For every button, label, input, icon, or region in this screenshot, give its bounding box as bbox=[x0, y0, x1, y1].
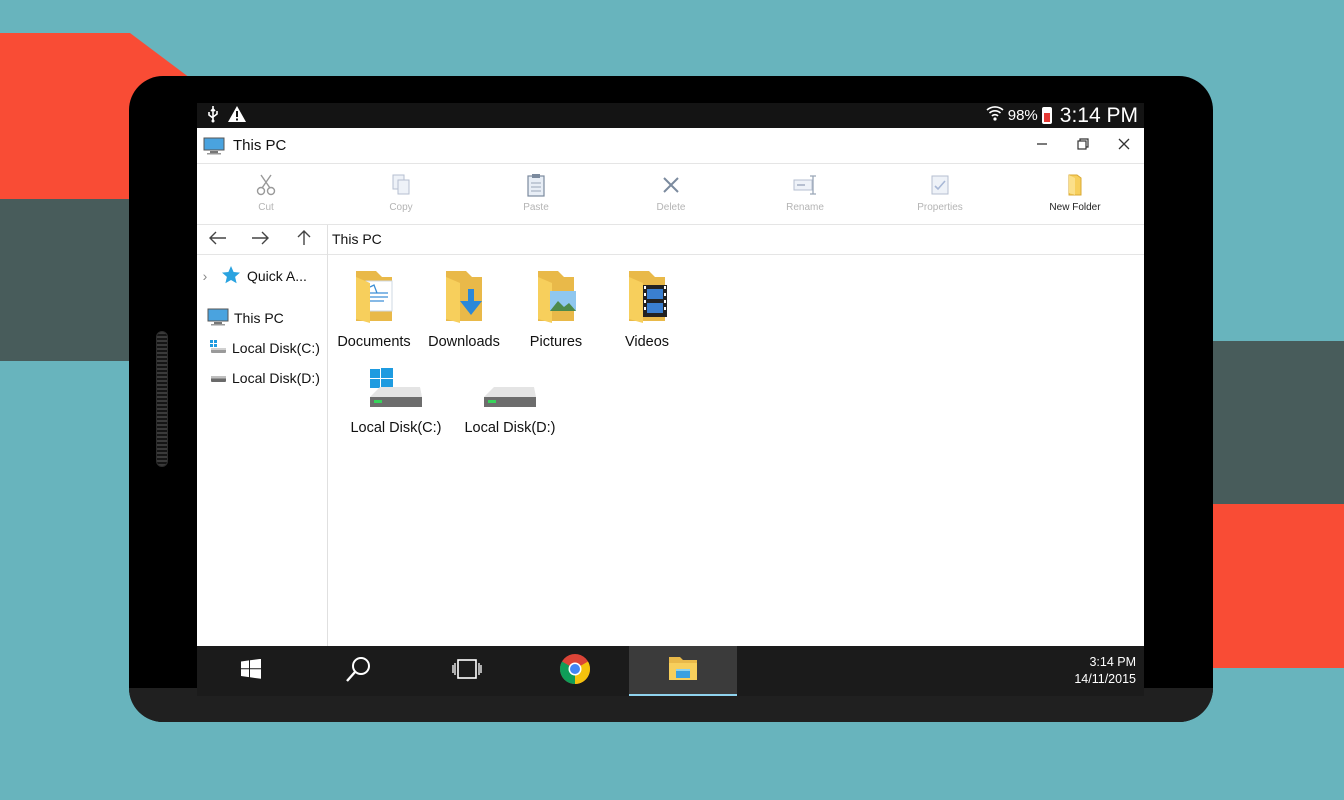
navigation-pane: › Quick A... This PC Local Disk(C:) Loca… bbox=[197, 255, 328, 646]
tile-label: Pictures bbox=[529, 334, 583, 350]
close-icon bbox=[1118, 137, 1130, 155]
sidebar-item-label: Quick A... bbox=[247, 268, 307, 284]
up-button[interactable] bbox=[291, 229, 317, 251]
task-view-button[interactable] bbox=[413, 646, 521, 696]
search-button[interactable] bbox=[305, 646, 413, 696]
restore-icon bbox=[1077, 137, 1089, 155]
cut-button[interactable]: Cut bbox=[211, 171, 321, 221]
restore-button[interactable] bbox=[1068, 134, 1098, 158]
taskbar-time: 3:14 PM bbox=[1089, 655, 1136, 669]
task-view-icon bbox=[452, 658, 482, 685]
folder-documents[interactable]: Documents bbox=[334, 267, 414, 350]
properties-icon bbox=[885, 171, 995, 199]
tablet-screen: 98% 3:14 PM This PC Cut Copy Paste Delet… bbox=[197, 103, 1144, 696]
battery-percent: 98% bbox=[1007, 107, 1038, 124]
close-button[interactable] bbox=[1109, 134, 1139, 158]
chrome-icon bbox=[559, 653, 591, 690]
drive-icon bbox=[480, 387, 540, 415]
android-status-bar: 98% 3:14 PM bbox=[197, 103, 1144, 128]
sidebar-item-label: Local Disk(C:) bbox=[232, 340, 320, 356]
folder-pictures[interactable]: Pictures bbox=[516, 267, 596, 350]
battery-icon bbox=[1041, 107, 1052, 124]
folder-downloads[interactable]: Downloads bbox=[424, 267, 504, 350]
rename-button[interactable]: Rename bbox=[750, 171, 860, 221]
delete-label: Delete bbox=[656, 202, 686, 213]
tile-label: Documents bbox=[337, 334, 411, 350]
window-title: This PC bbox=[233, 137, 287, 154]
arrow-right-icon bbox=[251, 231, 269, 250]
copy-label: Copy bbox=[389, 202, 413, 213]
tile-label: Downloads bbox=[428, 334, 500, 350]
delete-icon bbox=[616, 171, 726, 199]
star-icon bbox=[221, 265, 241, 288]
file-explorer-icon bbox=[667, 654, 699, 687]
properties-button[interactable]: Properties bbox=[885, 171, 995, 221]
delete-button[interactable]: Delete bbox=[616, 171, 726, 221]
forward-button[interactable] bbox=[247, 229, 273, 251]
sidebar-item-local-disk-d[interactable]: Local Disk(D:) bbox=[197, 365, 327, 391]
windows-drive-icon bbox=[209, 339, 227, 358]
background-dark-block bbox=[0, 199, 140, 361]
arrow-up-icon bbox=[297, 229, 311, 251]
downloads-folder-icon bbox=[436, 271, 492, 329]
navigation-bar: This PC bbox=[197, 225, 1144, 255]
content-pane: Documents Downloads Pictures Videos Loca bbox=[328, 255, 1144, 646]
documents-folder-icon bbox=[346, 271, 402, 329]
tile-label: Videos bbox=[624, 334, 670, 350]
minimize-button[interactable] bbox=[1027, 134, 1057, 158]
wifi-icon bbox=[986, 104, 1004, 127]
tile-label: Local Disk(D:) bbox=[464, 420, 556, 436]
address-bar[interactable]: This PC bbox=[327, 225, 1144, 255]
file-explorer-button[interactable] bbox=[629, 646, 737, 696]
tablet-speaker bbox=[156, 331, 168, 467]
background-red-block-right bbox=[1200, 504, 1344, 668]
drive-local-disk-c[interactable]: Local Disk(C:) bbox=[348, 367, 444, 436]
chevron-right-icon[interactable]: › bbox=[197, 268, 213, 284]
arrow-left-icon bbox=[209, 231, 227, 250]
status-time: 3:14 PM bbox=[1059, 103, 1138, 127]
this-pc-icon bbox=[203, 137, 225, 160]
warning-icon bbox=[227, 105, 247, 128]
sidebar-item-local-disk-c[interactable]: Local Disk(C:) bbox=[197, 335, 327, 361]
sidebar-item-label: Local Disk(D:) bbox=[232, 370, 320, 386]
sidebar-item-quick-access[interactable]: › Quick A... bbox=[197, 263, 327, 289]
taskbar-clock[interactable]: 3:14 PM 14/11/2015 bbox=[1074, 654, 1136, 688]
pictures-folder-icon bbox=[528, 271, 584, 329]
tile-label: Local Disk(C:) bbox=[350, 420, 442, 436]
start-button[interactable] bbox=[197, 646, 305, 696]
taskbar: 3:14 PM 14/11/2015 bbox=[197, 646, 1144, 696]
properties-label: Properties bbox=[917, 202, 963, 213]
taskbar-date: 14/11/2015 bbox=[1074, 672, 1136, 686]
drive-icon bbox=[209, 369, 227, 388]
clipboard-icon bbox=[481, 171, 591, 199]
sidebar-item-this-pc[interactable]: This PC bbox=[197, 305, 327, 331]
back-button[interactable] bbox=[205, 229, 231, 251]
usb-icon bbox=[207, 105, 219, 128]
rename-label: Rename bbox=[786, 202, 824, 213]
background-dark-block-right bbox=[1200, 341, 1344, 504]
drive-local-disk-d[interactable]: Local Disk(D:) bbox=[462, 367, 558, 436]
videos-folder-icon bbox=[619, 271, 675, 329]
copy-icon bbox=[346, 171, 456, 199]
paste-button[interactable]: Paste bbox=[481, 171, 591, 221]
windows-drive-icon bbox=[366, 368, 426, 415]
folder-videos[interactable]: Videos bbox=[607, 267, 687, 350]
paste-label: Paste bbox=[523, 202, 549, 213]
new-folder-button[interactable]: New Folder bbox=[1020, 171, 1130, 221]
sidebar-item-label: This PC bbox=[234, 310, 284, 326]
address-path: This PC bbox=[332, 231, 382, 247]
new-folder-label: New Folder bbox=[1049, 202, 1101, 213]
search-icon bbox=[345, 655, 373, 688]
start-icon bbox=[241, 658, 261, 684]
new-folder-icon bbox=[1020, 171, 1130, 199]
cut-label: Cut bbox=[258, 202, 274, 213]
window-title-bar: This PC bbox=[197, 128, 1144, 164]
rename-icon bbox=[750, 171, 860, 199]
this-pc-icon bbox=[207, 308, 229, 329]
chrome-button[interactable] bbox=[521, 646, 629, 696]
ribbon-toolbar: Cut Copy Paste Delete Rename Properties … bbox=[197, 165, 1144, 225]
scissors-icon bbox=[211, 171, 321, 199]
copy-button[interactable]: Copy bbox=[346, 171, 456, 221]
minimize-icon bbox=[1036, 137, 1048, 155]
